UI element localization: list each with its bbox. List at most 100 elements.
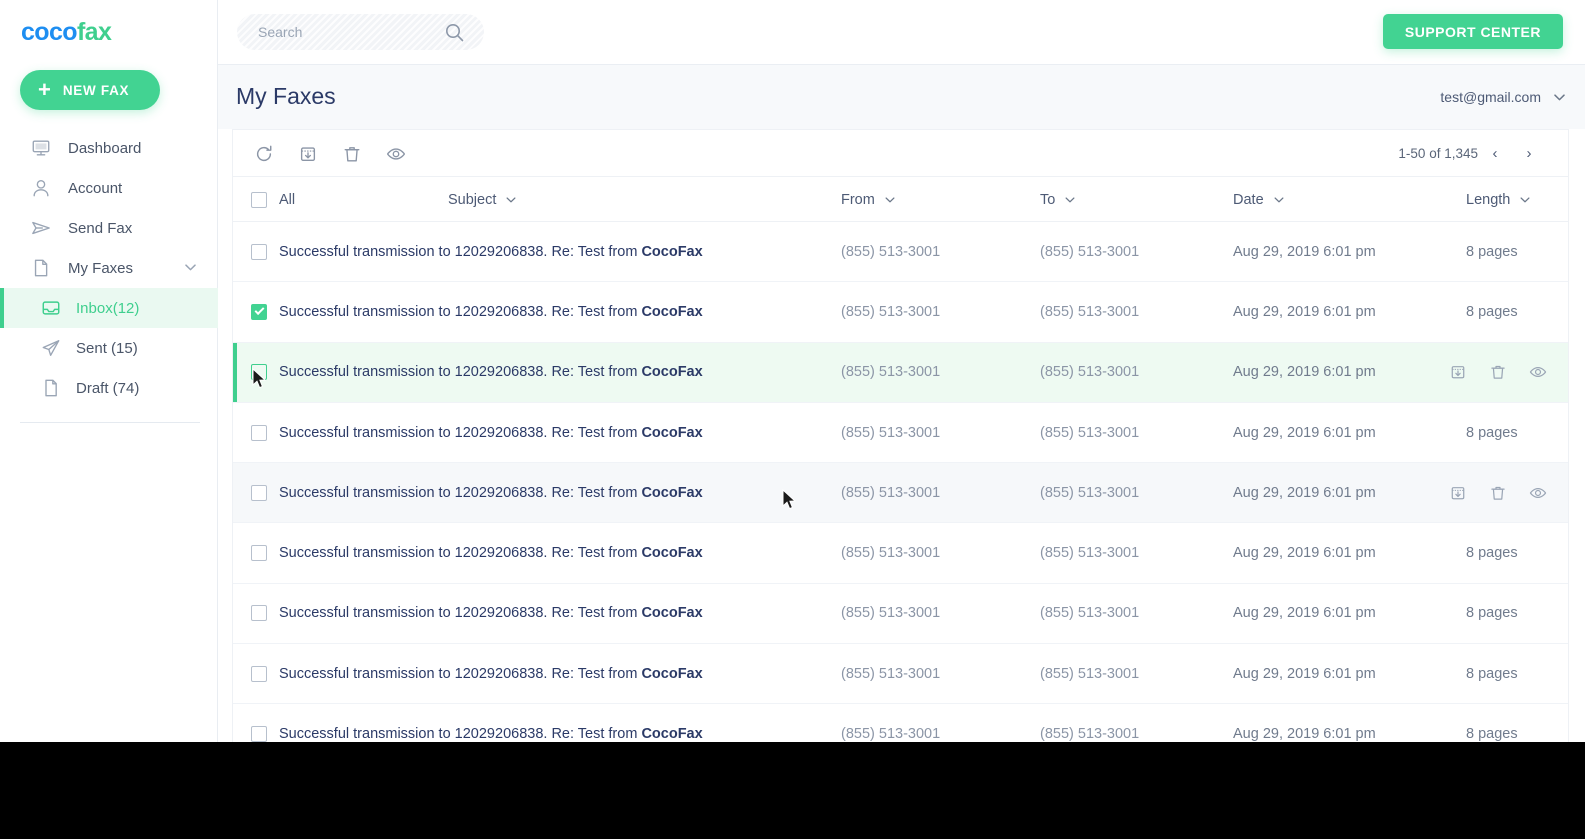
table-row[interactable]: Successful transmission to 12029206838. …	[233, 644, 1568, 705]
top-bar: SUPPORT CENTER	[218, 0, 1585, 64]
select-all-header[interactable]: All	[251, 177, 295, 222]
table-row[interactable]: Successful transmission to 12029206838. …	[233, 282, 1568, 343]
cell-length: 8 pages	[1466, 605, 1518, 622]
table-row[interactable]: Successful transmission to 12029206838. …	[233, 222, 1568, 283]
account-menu[interactable]: test@gmail.com	[1440, 89, 1565, 105]
column-header-length[interactable]: Length	[1466, 177, 1530, 222]
sidebar-item-my-faxes[interactable]: My Faxes	[0, 248, 218, 288]
select-all-checkbox[interactable]	[251, 191, 267, 208]
chevron-down-icon[interactable]	[1065, 194, 1075, 206]
cell-date: Aug 29, 2019 6:01 pm	[1233, 243, 1376, 260]
cell-subject[interactable]: Successful transmission to 12029206838. …	[279, 485, 703, 501]
row-checkbox[interactable]	[251, 243, 267, 260]
subject-brand: CocoFax	[641, 545, 703, 562]
sidebar-divider	[20, 422, 200, 423]
sidebar-item-draft[interactable]: Draft (74)	[0, 368, 218, 408]
plus-icon: +	[38, 77, 51, 102]
subject-text: Successful transmission to 12029206838. …	[279, 605, 642, 622]
row-checkbox[interactable]	[251, 424, 267, 441]
chevron-down-icon[interactable]	[885, 194, 895, 206]
toolbar-refresh-icon[interactable]	[249, 139, 279, 169]
table-row[interactable]: Successful transmission to 12029206838. …	[233, 523, 1568, 584]
cell-subject[interactable]: Successful transmission to 12029206838. …	[279, 304, 703, 320]
table-header-row: All Subject From To Date Length	[233, 177, 1568, 222]
cell-from: (855) 513-3001	[841, 605, 941, 622]
cell-to: (855) 513-3001	[1040, 243, 1140, 260]
support-center-button[interactable]: SUPPORT CENTER	[1382, 14, 1563, 49]
table-row[interactable]: Successful transmission to 12029206838. …	[233, 403, 1568, 464]
app-logo[interactable]: cocofax	[21, 18, 112, 47]
sidebar-item-label: Inbox(12)	[76, 299, 140, 317]
table-row[interactable]: Successful transmission to 12029206838. …	[233, 463, 1568, 524]
table-toolbar: 1-50 of 1,345 ‹ ›	[233, 130, 1568, 177]
cell-date: Aug 29, 2019 6:01 pm	[1233, 484, 1376, 501]
table-row[interactable]: Successful transmission to 12029206838. …	[233, 584, 1568, 645]
subject-brand: CocoFax	[641, 726, 703, 742]
row-checkbox[interactable]	[251, 605, 267, 622]
subject-text: Successful transmission to 12029206838. …	[279, 243, 642, 260]
chevron-down-icon[interactable]	[185, 262, 196, 274]
cell-subject[interactable]: Successful transmission to 12029206838. …	[279, 425, 703, 441]
column-label-from: From	[841, 191, 875, 208]
sidebar-item-account[interactable]: Account	[0, 168, 218, 208]
cell-subject[interactable]: Successful transmission to 12029206838. …	[279, 666, 703, 682]
cell-length: 8 pages	[1466, 665, 1518, 682]
row-checkbox[interactable]	[251, 303, 267, 320]
row-checkbox[interactable]	[251, 665, 267, 682]
table-row[interactable]: Successful transmission to 12029206838. …	[233, 342, 1568, 403]
column-label-to: To	[1040, 191, 1056, 208]
chevron-down-icon[interactable]	[506, 194, 516, 206]
toolbar-download-icon[interactable]	[293, 139, 323, 169]
search-box[interactable]	[237, 14, 484, 50]
sidebar-item-dashboard[interactable]: Dashboard	[0, 128, 218, 168]
subject-text: Successful transmission to 12029206838. …	[279, 726, 642, 742]
toolbar-eye-icon[interactable]	[381, 139, 411, 169]
cell-subject[interactable]: Successful transmission to 12029206838. …	[279, 605, 703, 621]
toolbar-trash-icon[interactable]	[337, 139, 367, 169]
row-checkbox[interactable]	[251, 726, 267, 742]
cell-date: Aug 29, 2019 6:01 pm	[1233, 364, 1376, 381]
subject-brand: CocoFax	[641, 484, 703, 501]
row-checkbox[interactable]	[251, 545, 267, 562]
column-label-subject: Subject	[448, 191, 497, 208]
cell-subject[interactable]: Successful transmission to 12029206838. …	[279, 545, 703, 561]
cell-subject[interactable]: Successful transmission to 12029206838. …	[279, 244, 703, 260]
cell-date: Aug 29, 2019 6:01 pm	[1233, 665, 1376, 682]
pagination-next-button[interactable]: ›	[1512, 145, 1546, 162]
sidebar-item-label: Sent (15)	[76, 339, 138, 357]
new-fax-button[interactable]: + NEW FAX	[20, 70, 160, 110]
row-checkbox[interactable]	[251, 484, 267, 501]
row-download-icon[interactable]	[1448, 483, 1468, 503]
cell-date: Aug 29, 2019 6:01 pm	[1233, 605, 1376, 622]
column-header-date[interactable]: Date	[1233, 177, 1284, 222]
sidebar: cocofax + NEW FAX Dashboard Account Send…	[0, 0, 218, 742]
search-input[interactable]	[258, 24, 428, 40]
row-eye-icon[interactable]	[1528, 483, 1548, 503]
column-header-to[interactable]: To	[1040, 177, 1075, 222]
sidebar-item-inbox[interactable]: Inbox(12)	[0, 288, 218, 328]
cell-date: Aug 29, 2019 6:01 pm	[1233, 303, 1376, 320]
cell-length: 8 pages	[1466, 303, 1518, 320]
page-title: My Faxes	[236, 83, 336, 109]
row-download-icon[interactable]	[1448, 362, 1468, 382]
row-checkbox[interactable]	[251, 364, 267, 381]
cell-to: (855) 513-3001	[1040, 303, 1140, 320]
column-header-subject[interactable]: Subject	[448, 177, 516, 222]
chevron-down-icon[interactable]	[1274, 194, 1284, 206]
sidebar-item-label: Send Fax	[68, 219, 133, 237]
pagination-prev-button[interactable]: ‹	[1478, 145, 1512, 162]
row-eye-icon[interactable]	[1528, 362, 1548, 382]
cell-to: (855) 513-3001	[1040, 665, 1140, 682]
sidebar-item-label: Account	[68, 179, 123, 197]
search-icon[interactable]	[445, 23, 464, 47]
subject-brand: CocoFax	[641, 364, 703, 381]
row-trash-icon[interactable]	[1488, 362, 1508, 382]
sidebar-item-send-fax[interactable]: Send Fax	[0, 208, 218, 248]
chevron-down-icon[interactable]	[1520, 194, 1530, 206]
cell-subject[interactable]: Successful transmission to 12029206838. …	[279, 726, 703, 742]
table-row[interactable]: Successful transmission to 12029206838. …	[233, 704, 1568, 742]
cell-subject[interactable]: Successful transmission to 12029206838. …	[279, 364, 703, 380]
column-header-from[interactable]: From	[841, 177, 895, 222]
sidebar-item-sent[interactable]: Sent (15)	[0, 328, 218, 368]
row-trash-icon[interactable]	[1488, 483, 1508, 503]
